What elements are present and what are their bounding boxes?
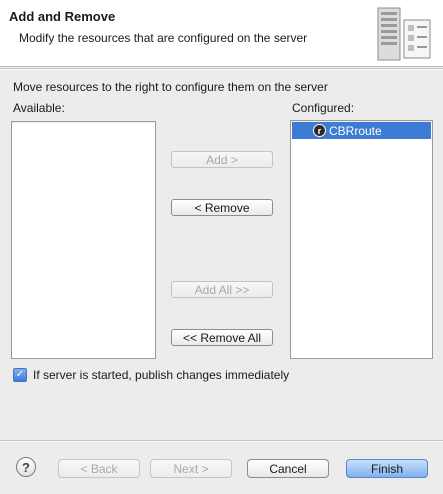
available-label: Available: bbox=[13, 101, 65, 115]
wizard-header: Add and Remove Modify the resources that… bbox=[0, 0, 443, 67]
route-icon: r bbox=[313, 124, 326, 137]
instructions-text: Move resources to the right to configure… bbox=[13, 80, 328, 94]
back-button[interactable]: < Back bbox=[58, 459, 140, 478]
available-list[interactable] bbox=[11, 121, 156, 359]
page-subtitle: Modify the resources that are configured… bbox=[19, 31, 308, 45]
remove-all-button[interactable]: << Remove All bbox=[171, 329, 273, 346]
page-title: Add and Remove bbox=[9, 9, 116, 24]
footer-divider bbox=[0, 440, 443, 442]
cancel-button[interactable]: Cancel bbox=[247, 459, 329, 478]
help-icon[interactable]: ? bbox=[16, 457, 36, 477]
configured-label: Configured: bbox=[292, 101, 355, 115]
finish-button[interactable]: Finish bbox=[346, 459, 428, 478]
divider bbox=[0, 68, 443, 70]
remove-button[interactable]: < Remove bbox=[171, 199, 273, 216]
add-button[interactable]: Add > bbox=[171, 151, 273, 168]
list-item-label: CBRroute bbox=[329, 123, 382, 138]
server-wizard-icon bbox=[377, 7, 431, 61]
list-item-cbrroute[interactable]: r CBRroute bbox=[292, 122, 431, 139]
add-all-button[interactable]: Add All >> bbox=[171, 281, 273, 298]
publish-option[interactable]: ✓ If server is started, publish changes … bbox=[13, 368, 289, 382]
next-button[interactable]: Next > bbox=[150, 459, 232, 478]
configured-list[interactable]: r CBRroute bbox=[290, 120, 433, 359]
publish-checkbox[interactable]: ✓ bbox=[13, 368, 27, 382]
publish-checkbox-label: If server is started, publish changes im… bbox=[33, 368, 290, 382]
